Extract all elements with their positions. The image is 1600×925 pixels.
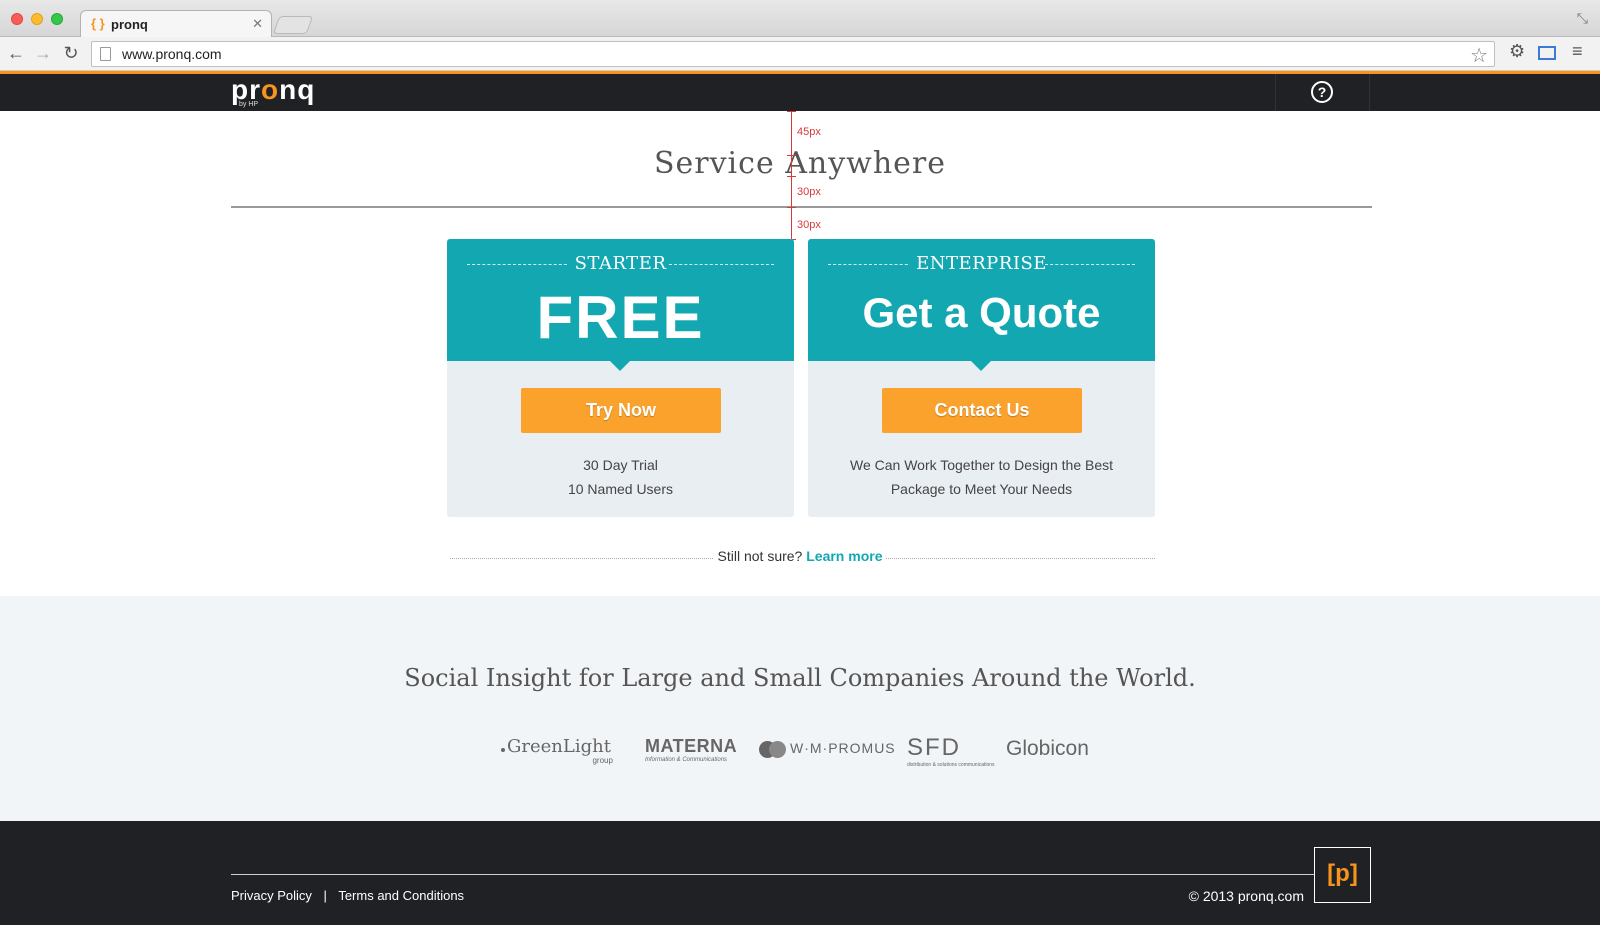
- client-name: SFD: [907, 734, 961, 761]
- plan-card-starter: STARTER FREE Try Now 30 Day Trial 10 Nam…: [447, 239, 794, 517]
- plan-desc-line: Package to Meet Your Needs: [890, 481, 1073, 497]
- not-sure-row: Still not sure? Learn more: [0, 548, 1600, 564]
- page-title: Service Anywhere: [653, 146, 947, 181]
- cast-icon[interactable]: [1538, 46, 1556, 60]
- copyright-text: © 2013 pronq.com: [1188, 888, 1304, 904]
- terms-link[interactable]: Terms and Conditions: [338, 888, 464, 903]
- measure-tick: [787, 207, 796, 208]
- privacy-policy-link[interactable]: Privacy Policy: [231, 888, 312, 903]
- measure-label: 45px: [797, 126, 821, 138]
- plan-tier: STARTER: [467, 253, 774, 274]
- wm-promus-logo: W·M·PROMUS: [759, 740, 896, 758]
- plan-desc-line: 10 Named Users: [567, 481, 674, 497]
- sfd-logo: SFD distribution & solutions communicati…: [907, 734, 995, 768]
- measure-label: 30px: [797, 186, 821, 198]
- footer-links: Privacy Policy | Terms and Conditions: [231, 888, 464, 903]
- client-sub: group: [592, 756, 613, 765]
- plan-price: FREE: [536, 284, 705, 351]
- page-icon: [100, 47, 111, 61]
- gear-icon[interactable]: ⚙: [1509, 41, 1525, 62]
- browser-toolbar: ← → ↻ www.pronq.com ☆ ⚙ ≡: [0, 37, 1600, 71]
- plan-desc-line: We Can Work Together to Design the Best: [849, 457, 1114, 473]
- clients-section: Social Insight for Large and Small Compa…: [0, 596, 1600, 821]
- site-footer: Privacy Policy | Terms and Conditions © …: [0, 821, 1600, 925]
- menu-icon[interactable]: ≡: [1572, 41, 1583, 62]
- zoom-window-button[interactable]: [51, 13, 63, 25]
- measure-line: [791, 111, 792, 239]
- client-name: W·M·PROMUS: [790, 740, 896, 756]
- measure-tick: [787, 176, 796, 177]
- plan-desc-line: 30 Day Trial: [583, 457, 658, 473]
- greenlight-logo: GreenLight group: [501, 736, 613, 765]
- forward-icon[interactable]: →: [32, 42, 54, 64]
- close-tab-icon[interactable]: ✕: [252, 16, 263, 32]
- client-sub: distribution & solutions communications: [907, 762, 995, 768]
- contact-us-button[interactable]: Contact Us: [882, 388, 1082, 433]
- not-sure-text: Still not sure?: [717, 548, 803, 564]
- plan-tier-label: STARTER: [568, 253, 673, 274]
- measure-label: 30px: [797, 219, 821, 231]
- title-divider: [231, 206, 1372, 208]
- browser-tabstrip: { } pronq ✕ ⤡: [0, 0, 1600, 38]
- minimize-window-button[interactable]: [31, 13, 43, 25]
- logo-byline: by HP: [239, 101, 259, 108]
- plan-card-header: ENTERPRISE Get a Quote: [808, 239, 1155, 371]
- pronq-favicon-icon: { }: [91, 16, 105, 31]
- help-button[interactable]: ?: [1275, 74, 1370, 111]
- clients-title: Social Insight for Large and Small Compa…: [404, 664, 1196, 692]
- measure-tick: [787, 155, 796, 156]
- client-name: GreenLight: [507, 736, 611, 757]
- plan-card-enterprise: ENTERPRISE Get a Quote Contact Us We Can…: [808, 239, 1155, 517]
- plan-tier-label: ENTERPRISE: [910, 253, 1053, 274]
- bookmark-star-icon[interactable]: ☆: [1470, 43, 1488, 68]
- back-icon[interactable]: ←: [5, 42, 27, 64]
- plan-description: We Can Work Together to Design the Best …: [808, 453, 1155, 501]
- plan-tier: ENTERPRISE: [828, 253, 1135, 274]
- link-separator: |: [323, 888, 327, 903]
- fullscreen-icon[interactable]: ⤡: [1577, 10, 1588, 27]
- address-bar[interactable]: www.pronq.com ☆: [91, 41, 1495, 67]
- plan-price: Get a Quote: [862, 289, 1101, 336]
- reload-icon[interactable]: ↻: [60, 42, 82, 64]
- plan-card-header: STARTER FREE: [447, 239, 794, 371]
- close-window-button[interactable]: [11, 13, 23, 25]
- client-sub: Information & Communications: [645, 757, 728, 763]
- pronq-badge-icon[interactable]: [p]: [1314, 847, 1371, 903]
- materna-logo: MATERNA Information & Communications: [645, 736, 737, 763]
- new-tab-button[interactable]: [272, 16, 314, 34]
- logo-text: pronq: [231, 74, 316, 105]
- pronq-logo[interactable]: pronq by HP: [231, 74, 316, 109]
- measure-tick: [787, 111, 796, 112]
- globicon-logo: Globicon: [1006, 737, 1089, 761]
- tab-title: pronq: [111, 17, 148, 32]
- url-text: www.pronq.com: [122, 46, 222, 62]
- try-now-button[interactable]: Try Now: [521, 388, 721, 433]
- site-header: pronq by HP ?: [0, 71, 1600, 111]
- client-name: MATERNA: [645, 736, 738, 756]
- help-icon: ?: [1311, 81, 1333, 103]
- footer-divider: [231, 874, 1316, 875]
- plan-description: 30 Day Trial 10 Named Users: [447, 453, 794, 501]
- learn-more-link[interactable]: Learn more: [806, 548, 882, 564]
- browser-tab[interactable]: { } pronq ✕: [80, 10, 272, 38]
- client-name: Globicon: [1006, 737, 1089, 760]
